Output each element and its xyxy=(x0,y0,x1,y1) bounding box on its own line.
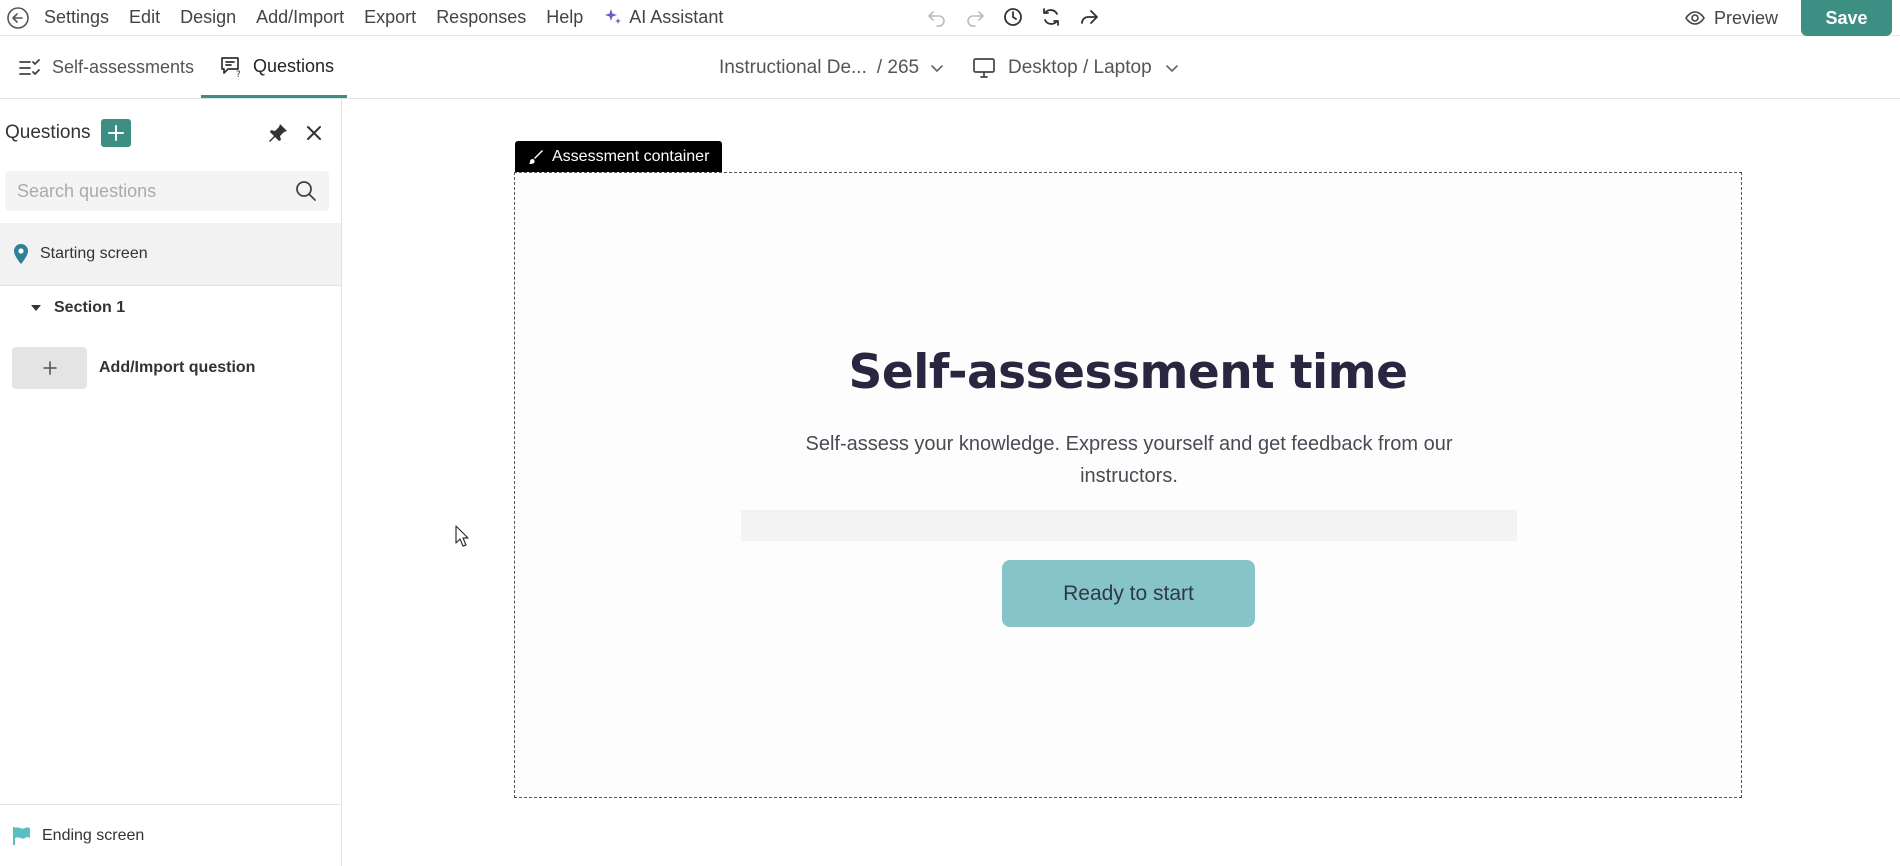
ai-assistant-label: AI Assistant xyxy=(629,6,724,27)
document-name: Instructional De... xyxy=(719,57,867,78)
main-menu: Settings Edit Design Add/Import Export R… xyxy=(44,0,743,34)
question-chat-icon: ? xyxy=(219,54,243,78)
menu-help[interactable]: Help xyxy=(546,7,583,28)
brush-icon xyxy=(528,149,544,165)
tab-self-assessments-label: Self-assessments xyxy=(52,57,195,77)
device-selector[interactable]: Desktop / Laptop xyxy=(972,57,1180,79)
starting-screen-item[interactable]: Starting screen xyxy=(0,223,341,286)
search-input[interactable] xyxy=(5,171,329,211)
search-icon[interactable] xyxy=(295,180,317,202)
menu-design[interactable]: Design xyxy=(180,7,236,28)
add-import-question-button[interactable]: Add/Import question xyxy=(12,347,255,389)
sidebar-header: Questions xyxy=(5,119,131,147)
assessment-container-label: Assessment container xyxy=(552,147,710,165)
close-icon[interactable] xyxy=(302,121,326,145)
ending-screen-label: Ending screen xyxy=(42,826,145,844)
plus-icon xyxy=(12,347,87,389)
assessment-container-tag[interactable]: Assessment container xyxy=(515,141,723,172)
menu-add-import[interactable]: Add/Import xyxy=(256,7,344,28)
monitor-icon xyxy=(972,57,996,79)
section-label: Section 1 xyxy=(54,299,126,316)
menu-responses[interactable]: Responses xyxy=(436,7,526,28)
tab-self-assessments[interactable]: Self-assessments xyxy=(0,37,212,98)
preview-label: Preview xyxy=(1714,7,1779,28)
pin-icon[interactable] xyxy=(266,121,290,145)
starting-screen-label: Starting screen xyxy=(40,245,148,262)
device-label: Desktop / Laptop xyxy=(1008,57,1152,78)
caret-down-icon xyxy=(30,302,42,314)
questions-sidebar: Questions Starting screen Section 1 Add/… xyxy=(0,99,342,866)
back-arrow-icon[interactable] xyxy=(6,6,30,30)
save-button[interactable]: Save xyxy=(1801,0,1892,36)
add-import-label: Add/Import question xyxy=(99,359,256,376)
search-box xyxy=(5,171,329,211)
menu-settings[interactable]: Settings xyxy=(44,7,109,28)
redo-icon[interactable] xyxy=(962,4,988,30)
sidebar-title: Questions xyxy=(5,122,91,143)
assessment-subtitle[interactable]: Self-assess your knowledge. Express your… xyxy=(769,428,1489,492)
assessment-container[interactable]: Self-assessment time Self-assess your kn… xyxy=(514,172,1742,798)
add-question-button[interactable] xyxy=(100,119,131,147)
eye-icon xyxy=(1684,7,1706,29)
mouse-cursor-icon xyxy=(455,525,469,547)
assessment-title[interactable]: Self-assessment time xyxy=(515,345,1741,400)
clock-icon[interactable] xyxy=(1000,4,1026,30)
ending-screen-item[interactable]: Ending screen xyxy=(0,804,341,866)
menubar: Settings Edit Design Add/Import Export R… xyxy=(0,0,1900,36)
chevron-down-icon xyxy=(929,60,945,76)
share-icon[interactable] xyxy=(1076,4,1102,30)
menu-export[interactable]: Export xyxy=(364,7,416,28)
placeholder-bar[interactable] xyxy=(741,510,1517,541)
flag-icon xyxy=(12,826,32,846)
svg-text:?: ? xyxy=(236,70,241,78)
tab-questions[interactable]: ? Questions xyxy=(201,37,347,98)
checklist-icon xyxy=(18,57,42,79)
undo-icon[interactable] xyxy=(924,4,950,30)
map-pin-icon xyxy=(12,243,30,265)
section-toggle[interactable]: Section 1 xyxy=(30,299,125,317)
sync-icon[interactable] xyxy=(1038,4,1064,30)
document-count: / 265 xyxy=(876,57,920,78)
tab-questions-label: Questions xyxy=(253,55,335,76)
toolbar xyxy=(924,4,1102,30)
menu-ai-assistant[interactable]: AI Assistant xyxy=(603,7,723,28)
chevron-down-icon xyxy=(1164,60,1180,76)
document-selector[interactable]: Instructional De... / 265 xyxy=(719,57,945,79)
ready-to-start-button[interactable]: Ready to start xyxy=(1002,560,1255,627)
sparkle-icon xyxy=(603,7,623,27)
tab-bar: Self-assessments ? Questions Instruction… xyxy=(0,37,1900,99)
preview-button[interactable]: Preview xyxy=(1684,5,1778,31)
menu-edit[interactable]: Edit xyxy=(129,7,160,28)
